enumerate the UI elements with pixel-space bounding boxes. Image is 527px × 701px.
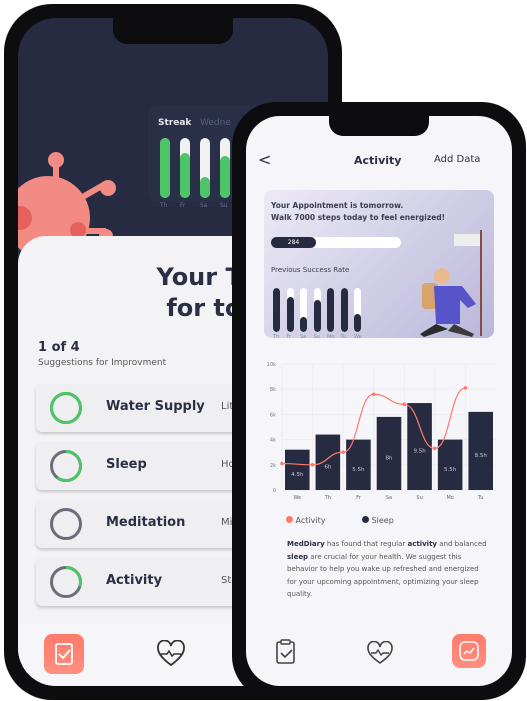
- water-bottle-icon: [50, 392, 82, 424]
- streak-day-label: Su: [220, 202, 228, 209]
- notch: [329, 116, 429, 136]
- bar-label: 8.5h: [475, 453, 488, 459]
- y-tick-label: 8k: [270, 387, 276, 393]
- activity-point: [341, 450, 345, 454]
- bar-label: 9.5h: [413, 449, 426, 455]
- activity-point: [433, 446, 437, 451]
- success-rate-title: Previous Success Rate: [271, 266, 350, 274]
- appointment-card: Your Appointment is tomorrow. Walk 7000 s…: [264, 190, 494, 340]
- activity-point: [463, 386, 468, 390]
- x-tick-label: We: [293, 495, 301, 501]
- x-tick-label: Tu: [477, 495, 483, 501]
- y-tick-label: 4k: [270, 438, 276, 444]
- task-name: Activity: [106, 573, 163, 588]
- sleep-bar: [315, 434, 341, 490]
- activity-point: [280, 461, 284, 466]
- bar-label: 5.5h: [352, 467, 365, 473]
- activity-point: [402, 402, 407, 407]
- y-tick-label: 0: [273, 488, 276, 494]
- task-name: Meditation: [106, 515, 186, 530]
- success-bar: [354, 288, 361, 332]
- legend-sleep-dot: [362, 516, 370, 523]
- nav-tasks-button[interactable]: [44, 634, 84, 674]
- steps-count: 284: [271, 237, 316, 248]
- sleep-bar: [407, 403, 432, 490]
- task-name: Water Supply: [106, 399, 205, 414]
- sleep-bar: [468, 411, 493, 490]
- success-day-label: Th: [273, 334, 280, 340]
- walking-icon: [50, 566, 82, 598]
- bar-label: 6h: [324, 464, 331, 470]
- task-name: Sleep: [106, 457, 147, 472]
- activity-screen: < Activity Add Data Your Appointment is …: [246, 116, 512, 686]
- bar-label: 5.5h: [444, 467, 457, 473]
- legend-activity-dot: [286, 516, 293, 523]
- success-bar: [286, 288, 294, 332]
- sleep-bar: [376, 416, 402, 490]
- legend-sleep: Sleep: [371, 516, 394, 525]
- notch: [113, 18, 233, 44]
- success-bar: [327, 288, 334, 332]
- meditation-icon: [50, 508, 82, 540]
- x-tick-label: Fr: [356, 495, 362, 501]
- activity-chart-icon: [459, 641, 479, 661]
- y-tick-label: 2k: [270, 463, 276, 469]
- activity-sleep-chart: 0 2k 4k 6k 8k 10k 4.5h We 6h Th 5.5h Fr 8h Sa 9.5h Su 5.…: [267, 362, 496, 501]
- activity-point: [371, 392, 376, 397]
- clipboard-check-icon: [55, 643, 73, 665]
- x-tick-label: Th: [324, 495, 331, 501]
- legend-activity: Activity: [295, 516, 326, 525]
- x-tick-label: Sa: [386, 495, 392, 501]
- card-line1: Your Appointment is tomorrow.: [271, 201, 404, 210]
- streak-day-label: Sa: [200, 202, 208, 209]
- chart-legend: Activity Sleep: [286, 516, 394, 525]
- x-tick-label: Su: [416, 495, 422, 501]
- success-day-label: Fr: [286, 334, 292, 340]
- streak-bar: [200, 138, 210, 198]
- success-day-label: Su: [313, 334, 320, 340]
- task-subtitle: Suggestions for Improvment: [38, 358, 167, 368]
- sleep-bar: [437, 439, 463, 490]
- streak-title: Streak: [158, 118, 192, 128]
- bar-label: 4.5h: [291, 472, 304, 478]
- sleep-moon-icon: [50, 450, 82, 482]
- success-day-label: We: [354, 334, 362, 340]
- hiker-illustration: [420, 230, 482, 337]
- streak-bar: [160, 138, 170, 198]
- streak-day-label: Th: [160, 202, 168, 209]
- success-day-label: Tu: [340, 334, 346, 340]
- success-bar: [340, 288, 348, 332]
- streak-day-label: Fr: [180, 202, 186, 209]
- sleep-bar: [285, 449, 310, 490]
- y-tick-label: 6k: [270, 412, 276, 418]
- success-day-label: Mo: [327, 334, 335, 340]
- y-tick-label: 10k: [267, 362, 276, 368]
- activity-point: [310, 463, 315, 467]
- add-data-button[interactable]: Add Data: [434, 154, 480, 165]
- screen-title: Activity: [354, 154, 402, 167]
- back-button[interactable]: <: [258, 150, 271, 169]
- nav-activity-button[interactable]: [452, 634, 486, 668]
- nav-health-button[interactable]: [156, 640, 186, 668]
- success-bar: [313, 288, 321, 332]
- card-line2: Walk 7000 steps today to feel energized!: [271, 213, 446, 222]
- success-bar: [300, 288, 307, 332]
- streak-day: Wedne: [200, 118, 231, 128]
- streak-bar: [180, 138, 190, 198]
- streak-bar: [220, 138, 230, 198]
- steps-progress-bar: 284: [271, 237, 401, 248]
- bar-label: 8h: [386, 455, 393, 461]
- insight-text: MedDiary has found that regular activity…: [287, 540, 487, 598]
- nav-health-button[interactable]: [366, 641, 394, 665]
- success-day-label: Sa: [300, 334, 307, 340]
- front-phone: < Activity Add Data Your Appointment is …: [232, 102, 526, 700]
- task-progress: 1 of 4: [38, 340, 80, 355]
- success-bar: [273, 288, 280, 332]
- x-tick-label: Mo: [446, 495, 453, 501]
- nav-tasks-button[interactable]: [274, 638, 298, 666]
